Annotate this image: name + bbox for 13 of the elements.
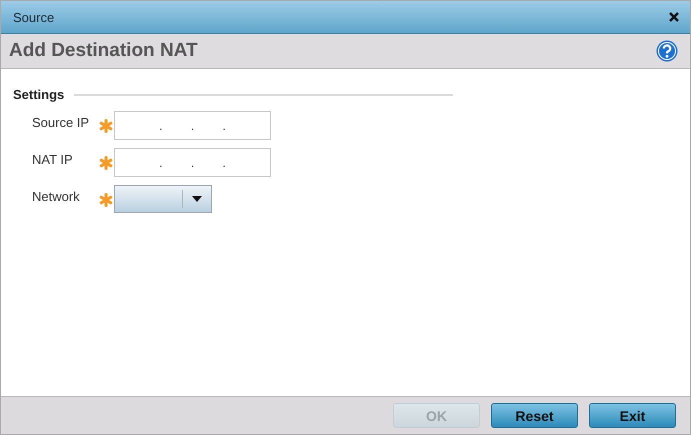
- dialog-button[interactable]: Exit: [589, 403, 676, 428]
- field-label: Network: [32, 188, 81, 204]
- dialog-title: Add Destination NAT: [9, 40, 198, 62]
- field-label: NAT IP: [32, 151, 74, 167]
- close-icon[interactable]: [668, 11, 680, 23]
- caret-icon: [192, 196, 202, 202]
- ip-address-field[interactable]: . . .: [114, 111, 271, 140]
- window-title: Source: [13, 10, 54, 24]
- help-icon[interactable]: [656, 40, 678, 62]
- dialog-button[interactable]: Reset: [491, 403, 578, 428]
- section-title: Settings: [13, 87, 64, 102]
- ip-address-field[interactable]: . . .: [114, 148, 271, 177]
- field-label: Source IP: [32, 114, 90, 130]
